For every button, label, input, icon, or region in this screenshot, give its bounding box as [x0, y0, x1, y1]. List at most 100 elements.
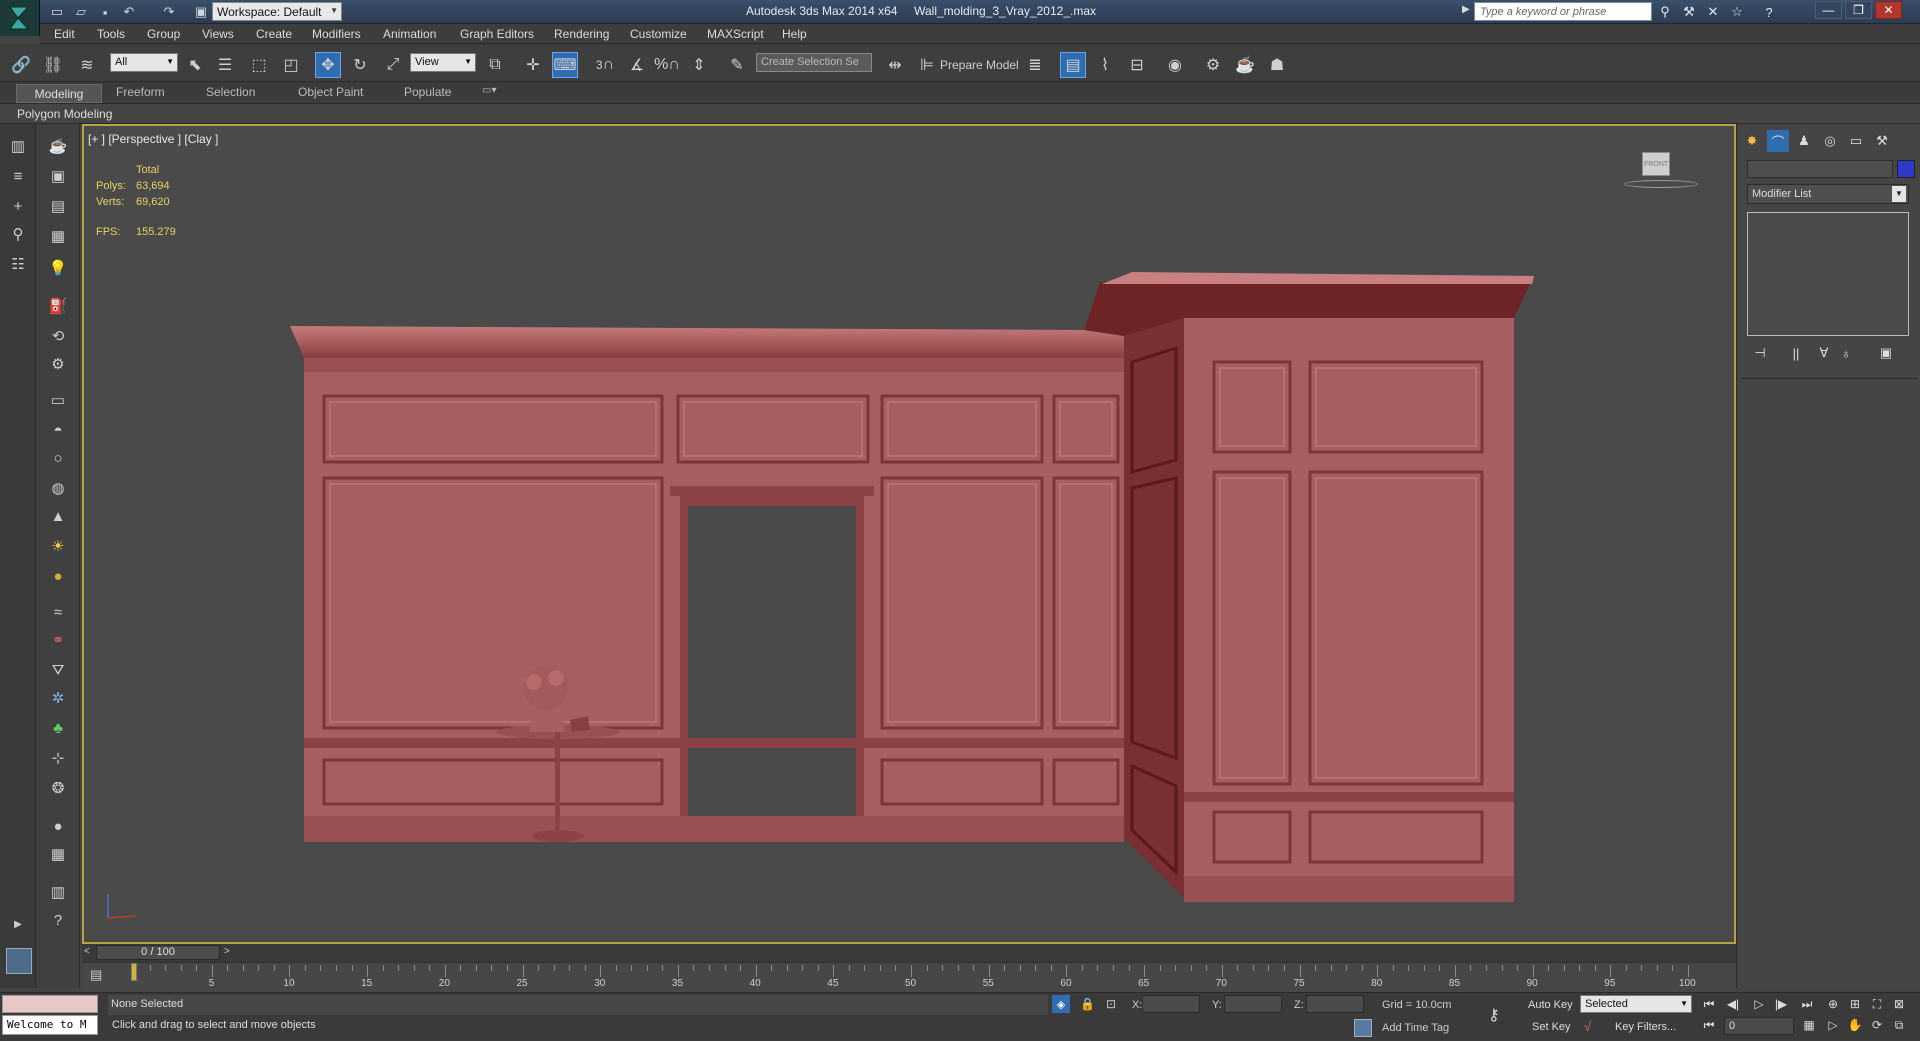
open-file-icon[interactable]: ▱ — [72, 3, 90, 21]
save-file-icon[interactable]: ▪ — [96, 3, 114, 21]
workspace-dropdown[interactable]: Workspace: Default ▼ — [212, 2, 342, 21]
shell-icon[interactable]: ❂ — [45, 776, 71, 800]
ribbon-options-icon[interactable]: ▭▾ — [482, 85, 496, 96]
add-icon[interactable]: + — [5, 194, 31, 218]
x-coordinate-field[interactable] — [1142, 995, 1200, 1013]
bind-space-warp-icon[interactable]: ≋ — [74, 52, 100, 78]
modify-tab-icon[interactable]: ⌒ — [1767, 130, 1789, 152]
mirror-icon[interactable]: ⇹ — [882, 52, 908, 78]
hierarchy-icon[interactable]: ☷ — [5, 252, 31, 276]
redo-icon[interactable]: ↷ — [160, 3, 178, 21]
unlink-icon[interactable]: ⛓ — [40, 52, 66, 78]
isolate-selection-icon[interactable]: ◈ — [1052, 995, 1070, 1013]
tab-populate[interactable]: Populate — [404, 85, 451, 99]
set-key-button[interactable]: Set Key — [1532, 1021, 1571, 1033]
reference-coordinate-dropdown[interactable]: View ▼ — [410, 53, 476, 72]
tools-icon[interactable]: ⚒ — [1680, 3, 1698, 21]
table-icon[interactable]: ▦ — [45, 224, 71, 248]
key-mode-toggle-icon[interactable]: ⏮ — [1700, 1017, 1718, 1033]
teapot-icon[interactable]: ☕ — [45, 134, 71, 158]
select-object-icon[interactable]: ⬉ — [182, 52, 208, 78]
keyboard-shortcut-override-icon[interactable]: ⌨ — [552, 52, 578, 78]
rectangular-selection-icon[interactable]: ⬚ — [246, 52, 272, 78]
make-unique-icon[interactable]: ∀ — [1813, 344, 1835, 362]
menu-animation[interactable]: Animation — [383, 27, 436, 41]
menu-create[interactable]: Create — [256, 27, 292, 41]
motion-tab-icon[interactable]: ◎ — [1819, 130, 1841, 152]
modifier-stack[interactable] — [1747, 212, 1909, 336]
minimize-button[interactable]: — — [1815, 1, 1842, 19]
menu-maxscript[interactable]: MAXScript — [707, 27, 764, 41]
menu-customize[interactable]: Customize — [630, 27, 687, 41]
proxy-icon[interactable]: ⚭ — [45, 628, 71, 652]
menu-help[interactable]: Help — [782, 27, 807, 41]
utilities-tab-icon[interactable]: ⚒ — [1871, 130, 1893, 152]
tab-selection[interactable]: Selection — [206, 85, 255, 99]
show-end-result-icon[interactable]: || — [1785, 344, 1807, 362]
fur-icon[interactable]: ⛛ — [45, 658, 71, 682]
menu-group[interactable]: Group — [147, 27, 180, 41]
render-production-icon[interactable]: ☗ — [1264, 52, 1290, 78]
sort-layers-icon[interactable]: ≡ — [5, 164, 31, 188]
next-frame-icon[interactable]: |▶ — [1772, 996, 1790, 1012]
prepare-model-label[interactable]: Prepare Model — [940, 58, 1019, 72]
zoom-icon[interactable]: ⊕ — [1824, 996, 1842, 1012]
select-manipulate-icon[interactable]: ✛ — [520, 52, 546, 78]
render-setup-icon[interactable]: ⚙ — [1200, 52, 1226, 78]
tab-object-paint[interactable]: Object Paint — [298, 85, 363, 99]
gizmo-icon[interactable]: ⚙ — [45, 352, 71, 376]
align-icon[interactable]: ⊫ — [914, 52, 940, 78]
wall-molding-model[interactable] — [84, 126, 1734, 942]
new-file-icon[interactable]: ▭ — [48, 3, 66, 21]
orbit-icon[interactable]: ⟳ — [1868, 1017, 1886, 1033]
plane-icon[interactable]: ▭ — [45, 388, 71, 412]
exchange-icon[interactable]: ✕ — [1704, 3, 1722, 21]
sky-icon[interactable]: ● — [45, 564, 71, 588]
pin-stack-icon[interactable]: ⊣ — [1749, 344, 1771, 362]
grid-icon[interactable]: ▦ — [45, 842, 71, 866]
select-and-rotate-icon[interactable]: ↻ — [347, 52, 373, 78]
maxscript-listener-icon[interactable] — [6, 948, 32, 974]
polygon-modeling-label[interactable]: Polygon Modeling — [17, 107, 112, 121]
panel-icon[interactable]: ▤ — [45, 194, 71, 218]
chevron-right-icon[interactable]: ▶ — [1462, 4, 1470, 15]
maxscript-mini-listener[interactable] — [2, 995, 98, 1013]
camera-icon[interactable]: ⛽ — [45, 294, 71, 318]
selection-filter-dropdown[interactable]: All ▼ — [110, 53, 178, 72]
gear-icon[interactable]: ✲ — [45, 686, 71, 710]
display-icon[interactable]: ▣ — [45, 164, 71, 188]
script-icon[interactable]: ▥ — [45, 880, 71, 904]
go-to-end-icon[interactable]: ⏭ — [1798, 996, 1816, 1012]
edit-named-selection-icon[interactable]: ✎ — [724, 52, 750, 78]
object-color-swatch[interactable] — [1897, 160, 1915, 178]
time-configuration-icon[interactable]: ▦ — [1800, 1017, 1818, 1033]
menu-edit[interactable]: Edit — [54, 27, 75, 41]
angle-snap-icon[interactable]: ∡ — [624, 52, 650, 78]
percent-snap-icon[interactable]: % ∩ — [654, 52, 680, 78]
current-frame-marker[interactable] — [131, 963, 137, 981]
sphere-icon[interactable]: ○ — [45, 446, 71, 470]
app-menu-button[interactable] — [0, 0, 40, 36]
snaps-toggle-icon[interactable]: 3 ∩ — [592, 52, 618, 78]
previous-frame-icon[interactable]: ◀| — [1724, 996, 1742, 1012]
light-icon[interactable]: 💡 — [45, 256, 71, 280]
select-and-move-icon[interactable]: ✥ — [315, 52, 341, 78]
curve-editor-icon[interactable]: ⌇ — [1092, 52, 1118, 78]
layer-manager-icon[interactable]: ≣ — [1022, 52, 1048, 78]
current-frame-field[interactable]: 0 — [1724, 1017, 1794, 1035]
zoom-extents-icon[interactable]: ⛶ — [1868, 996, 1886, 1012]
hierarchy-tab-icon[interactable]: ♟ — [1793, 130, 1815, 152]
hdri-icon[interactable]: ⊹ — [45, 746, 71, 770]
remove-modifier-icon[interactable]: ♁ — [1835, 344, 1857, 362]
time-slider[interactable]: 0 / 100 — [96, 945, 220, 960]
plant-icon[interactable]: ♣ — [45, 716, 71, 740]
dome-icon[interactable]: ◓ — [45, 418, 71, 442]
material-editor-icon[interactable]: ◉ — [1162, 52, 1188, 78]
track-bar[interactable]: ▤ 5 10 15 20 25 30 35 40 45 50 55 60 65 70 75 80 85 90 95 1… — [82, 962, 1736, 992]
rendered-frame-window-icon[interactable]: ☕ — [1232, 52, 1258, 78]
ribbon-toggle-icon[interactable]: ▤ — [1060, 52, 1086, 78]
sun-icon[interactable]: ☀ — [45, 534, 71, 558]
zoom-extents-all-icon[interactable]: ⊠ — [1890, 996, 1908, 1012]
field-of-view-icon[interactable]: ▷ — [1824, 1017, 1842, 1033]
key-mode-dropdown[interactable]: Selected ▼ — [1580, 995, 1692, 1013]
